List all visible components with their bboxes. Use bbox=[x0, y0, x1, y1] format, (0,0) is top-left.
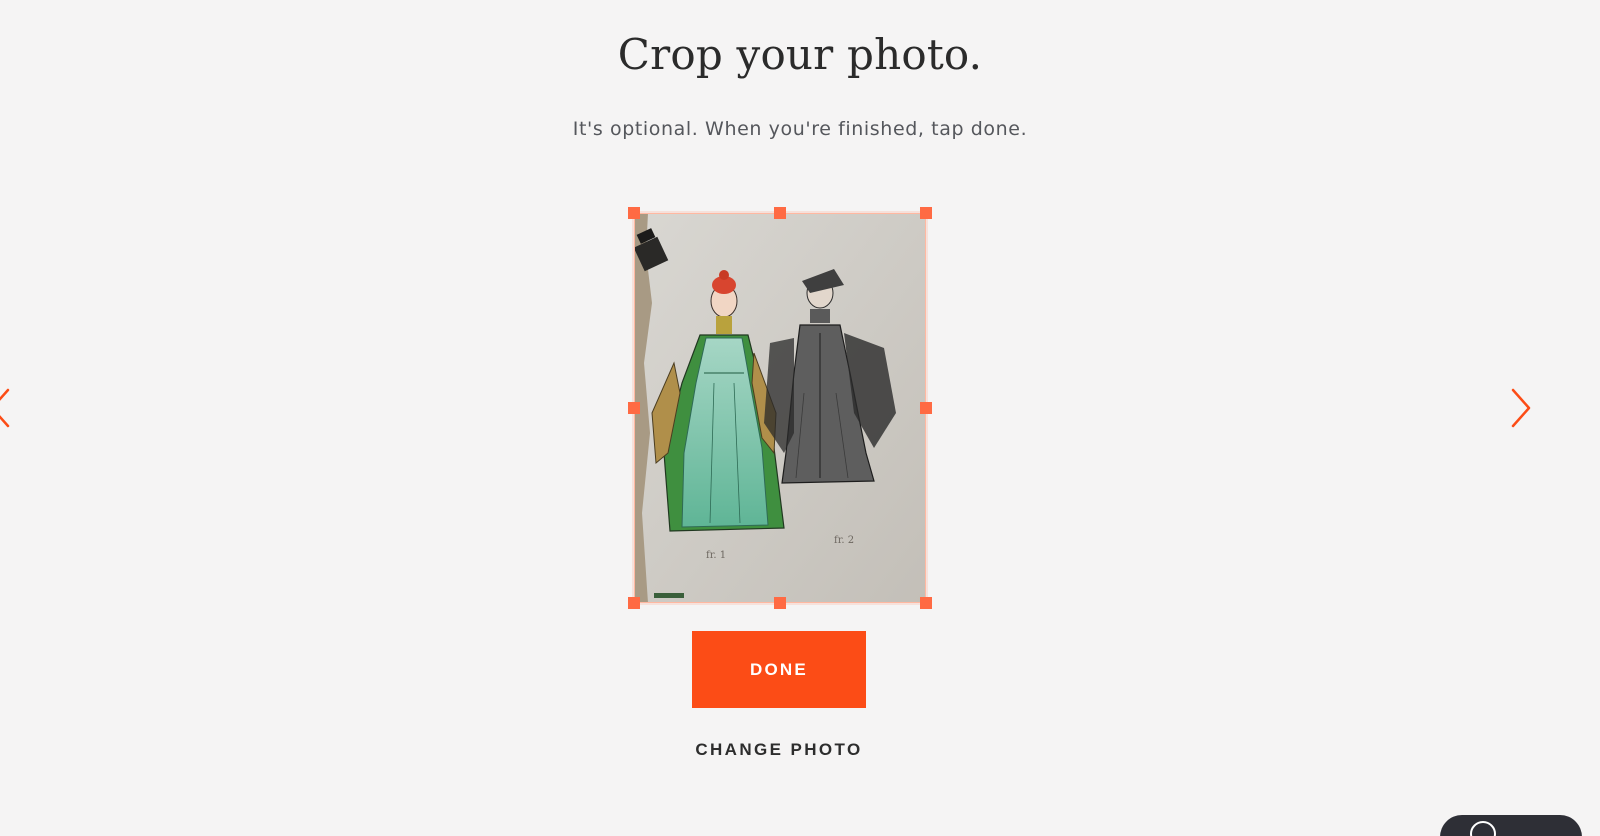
page-title: Crop your photo. bbox=[617, 30, 983, 79]
prev-arrow-button[interactable] bbox=[0, 385, 16, 431]
crop-handle-top-right[interactable] bbox=[920, 207, 932, 219]
crop-handle-right[interactable] bbox=[920, 402, 932, 414]
crop-handle-left[interactable] bbox=[628, 402, 640, 414]
help-icon bbox=[1470, 821, 1496, 836]
change-photo-link[interactable]: CHANGE PHOTO bbox=[0, 740, 1558, 760]
crop-frame[interactable] bbox=[634, 213, 926, 603]
done-button[interactable]: DONE bbox=[692, 631, 866, 708]
chevron-right-icon bbox=[1511, 388, 1531, 428]
crop-handle-bottom-left[interactable] bbox=[628, 597, 640, 609]
help-button[interactable] bbox=[1440, 815, 1582, 836]
crop-handle-top[interactable] bbox=[774, 207, 786, 219]
crop-handle-bottom-right[interactable] bbox=[920, 597, 932, 609]
crop-handle-bottom[interactable] bbox=[774, 597, 786, 609]
page-subtitle: It's optional. When you're finished, tap… bbox=[572, 118, 1028, 140]
crop-handle-top-left[interactable] bbox=[628, 207, 640, 219]
chevron-left-icon bbox=[0, 388, 10, 428]
crop-area[interactable]: fr. 1 fr. 2 bbox=[628, 207, 932, 609]
next-arrow-button[interactable] bbox=[1505, 385, 1535, 431]
